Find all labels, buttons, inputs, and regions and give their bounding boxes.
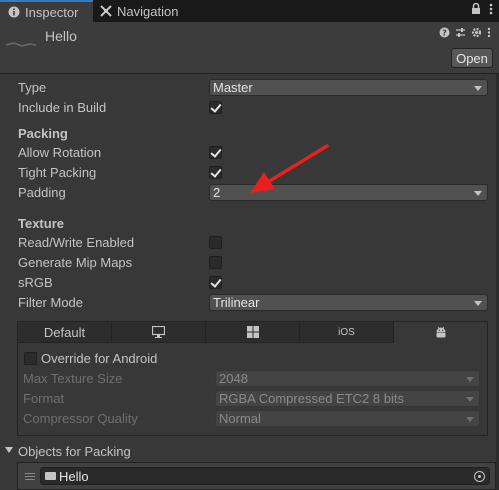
tab-standalone[interactable] <box>112 322 206 343</box>
format-label: Format <box>23 391 65 406</box>
tab-navigation[interactable]: Navigation <box>100 0 178 22</box>
override-row: Override for Android <box>18 349 487 369</box>
lock-icon[interactable] <box>471 3 481 15</box>
padding-value: 2 <box>213 185 221 200</box>
window-controls <box>471 3 493 15</box>
tab-android[interactable] <box>394 322 487 343</box>
srgb-checkbox[interactable] <box>209 276 222 289</box>
kebab-menu-icon[interactable] <box>489 3 493 15</box>
chevron-down-icon <box>466 397 474 402</box>
type-row: Type Master <box>0 78 496 98</box>
chevron-down-icon <box>466 377 474 382</box>
packing-section-title: Packing <box>18 126 68 141</box>
chevron-down-icon <box>474 301 482 306</box>
objects-list: Hello <box>17 462 496 490</box>
override-checkbox[interactable] <box>24 352 37 365</box>
navigation-icon <box>100 5 112 17</box>
preset-icon[interactable] <box>455 27 466 38</box>
header-icons: ? <box>439 27 491 38</box>
override-label: Override for Android <box>41 351 158 366</box>
mip-maps-label: Generate Mip Maps <box>18 255 133 270</box>
format-value: RGBA Compressed ETC2 8 bits <box>219 391 404 406</box>
include-in-build-label: Include in Build <box>18 100 107 115</box>
quality-value: Normal <box>219 411 261 426</box>
max-size-row: Max Texture Size 2048 <box>18 369 487 389</box>
chevron-down-icon <box>466 417 474 422</box>
tab-strip: Inspector Navigation <box>0 0 499 22</box>
android-icon <box>436 326 445 338</box>
allow-rotation-label: Allow Rotation <box>18 145 102 160</box>
tight-packing-row: Tight Packing <box>0 163 496 183</box>
info-icon <box>8 6 20 18</box>
tab-ios-label: iOS <box>338 326 355 338</box>
filter-mode-value: Trilinear <box>213 295 260 310</box>
allow-rotation-row: Allow Rotation <box>0 143 496 163</box>
objects-for-packing-label: Objects for Packing <box>18 444 131 459</box>
allow-rotation-checkbox[interactable] <box>209 146 222 159</box>
texture-section-title: Texture <box>18 216 64 231</box>
tab-inspector-label: Inspector <box>25 4 79 20</box>
filter-mode-label: Filter Mode <box>18 295 84 310</box>
type-label: Type <box>18 80 47 95</box>
chevron-down-icon <box>474 86 482 91</box>
object-field[interactable]: Hello <box>40 467 490 485</box>
mip-maps-checkbox[interactable] <box>209 256 222 269</box>
tight-packing-label: Tight Packing <box>18 165 97 180</box>
type-dropdown[interactable]: Master <box>209 79 488 96</box>
object-picker-icon[interactable] <box>474 471 485 482</box>
tight-packing-checkbox[interactable] <box>209 166 222 179</box>
tab-navigation-label: Navigation <box>117 3 179 19</box>
include-in-build-checkbox[interactable] <box>209 101 222 114</box>
padding-row: Padding 2 <box>0 183 496 203</box>
max-size-value: 2048 <box>219 371 248 386</box>
objects-for-packing-header[interactable]: Objects for Packing <box>0 441 496 461</box>
max-size-label: Max Texture Size <box>23 371 123 386</box>
folder-icon <box>45 472 56 480</box>
asset-title: Hello <box>45 28 77 44</box>
read-write-checkbox[interactable] <box>209 236 222 249</box>
tab-inspector[interactable]: Inspector <box>0 0 93 22</box>
type-value: Master <box>213 80 253 95</box>
platform-settings-panel: Default iOS Override for Android Max Tex… <box>17 321 488 436</box>
padding-dropdown[interactable]: 2 <box>209 184 488 201</box>
quality-label: Compressor Quality <box>23 411 138 426</box>
read-write-row: Read/Write Enabled <box>0 233 496 253</box>
tab-default-label: Default <box>43 324 86 340</box>
platform-tabs: Default iOS <box>18 322 487 343</box>
help-icon[interactable]: ? <box>439 27 450 38</box>
svg-text:?: ? <box>442 29 447 38</box>
filter-mode-row: Filter Mode Trilinear <box>0 293 496 313</box>
read-write-label: Read/Write Enabled <box>18 235 135 250</box>
include-in-build-row: Include in Build <box>0 98 496 118</box>
tab-default[interactable]: Default <box>18 322 112 343</box>
tab-ios[interactable]: iOS <box>300 322 394 343</box>
quality-dropdown[interactable]: Normal <box>215 410 480 427</box>
windows-icon <box>246 326 259 338</box>
chevron-down-icon <box>474 191 482 196</box>
tab-windows[interactable] <box>206 322 300 343</box>
open-button[interactable]: Open <box>451 48 493 68</box>
object-name: Hello <box>59 469 89 484</box>
quality-row: Compressor Quality Normal <box>18 409 487 429</box>
padding-label: Padding <box>18 185 66 200</box>
monitor-icon <box>152 326 165 338</box>
format-row: Format RGBA Compressed ETC2 8 bits <box>18 389 487 409</box>
gear-icon[interactable] <box>471 27 482 38</box>
drag-handle-icon[interactable] <box>25 473 35 480</box>
sprite-atlas-icon <box>6 42 36 47</box>
mip-maps-row: Generate Mip Maps <box>0 253 496 273</box>
list-item: Hello <box>23 467 491 485</box>
more-vertical-icon[interactable] <box>487 27 491 38</box>
max-size-dropdown[interactable]: 2048 <box>215 370 480 387</box>
filter-mode-dropdown[interactable]: Trilinear <box>209 294 488 311</box>
srgb-label: sRGB <box>18 275 53 290</box>
srgb-row: sRGB <box>0 273 496 293</box>
foldout-triangle-icon <box>5 447 13 453</box>
inspector-header: Hello ? Open <box>0 22 499 74</box>
format-dropdown[interactable]: RGBA Compressed ETC2 8 bits <box>215 390 480 407</box>
